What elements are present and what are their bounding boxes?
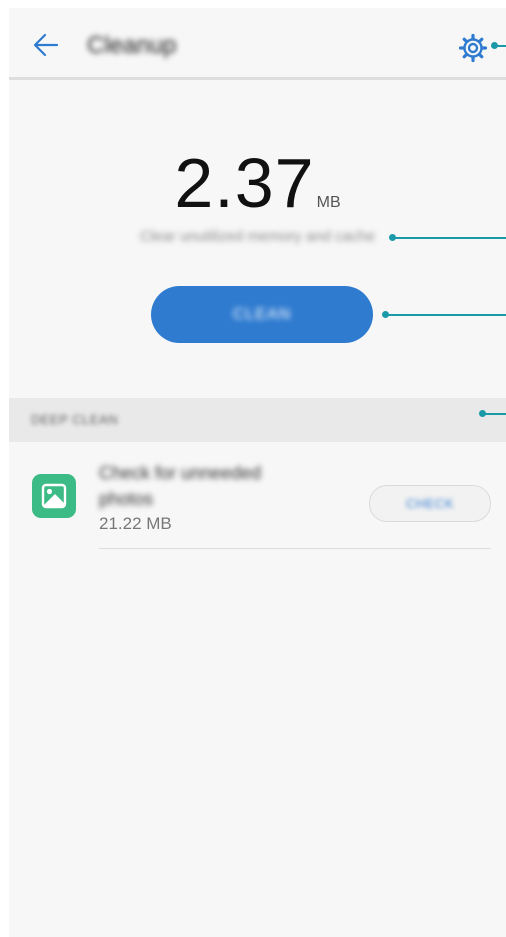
check-button-label: CHECK xyxy=(405,496,454,511)
item-divider xyxy=(99,548,491,549)
callout-line-deep-clean xyxy=(482,413,506,415)
storage-summary: 2.37 MB xyxy=(9,148,506,218)
deep-clean-section-header: DEEP CLEAN xyxy=(9,398,506,442)
junk-size-unit: MB xyxy=(316,194,341,211)
clean-button[interactable]: CLEAN xyxy=(151,286,373,343)
page-title: Cleanup xyxy=(87,32,177,59)
image-icon xyxy=(32,474,76,518)
clean-button-label: CLEAN xyxy=(232,305,292,323)
callout-line-clean xyxy=(385,314,506,316)
callout-line-subtitle xyxy=(392,237,506,239)
header-divider xyxy=(9,77,506,80)
callout-line-settings xyxy=(494,45,506,47)
back-button[interactable] xyxy=(31,30,61,60)
cleanup-screen: Cleanup 2.37 MB Clear unutilized memory … xyxy=(9,8,506,937)
item-title: Check for unneeded photos xyxy=(99,463,262,509)
settings-button[interactable] xyxy=(457,32,489,64)
arrow-left-icon xyxy=(33,33,59,57)
junk-size-value: 2.37 xyxy=(174,144,315,222)
list-item[interactable]: Check for unneeded photos 21.22 MB CHECK xyxy=(9,452,506,550)
gear-icon xyxy=(458,33,488,63)
check-button[interactable]: CHECK xyxy=(369,485,491,522)
section-title: DEEP CLEAN xyxy=(31,412,119,427)
item-size: 21.22 MB xyxy=(99,514,172,533)
top-app-bar: Cleanup xyxy=(9,8,506,80)
